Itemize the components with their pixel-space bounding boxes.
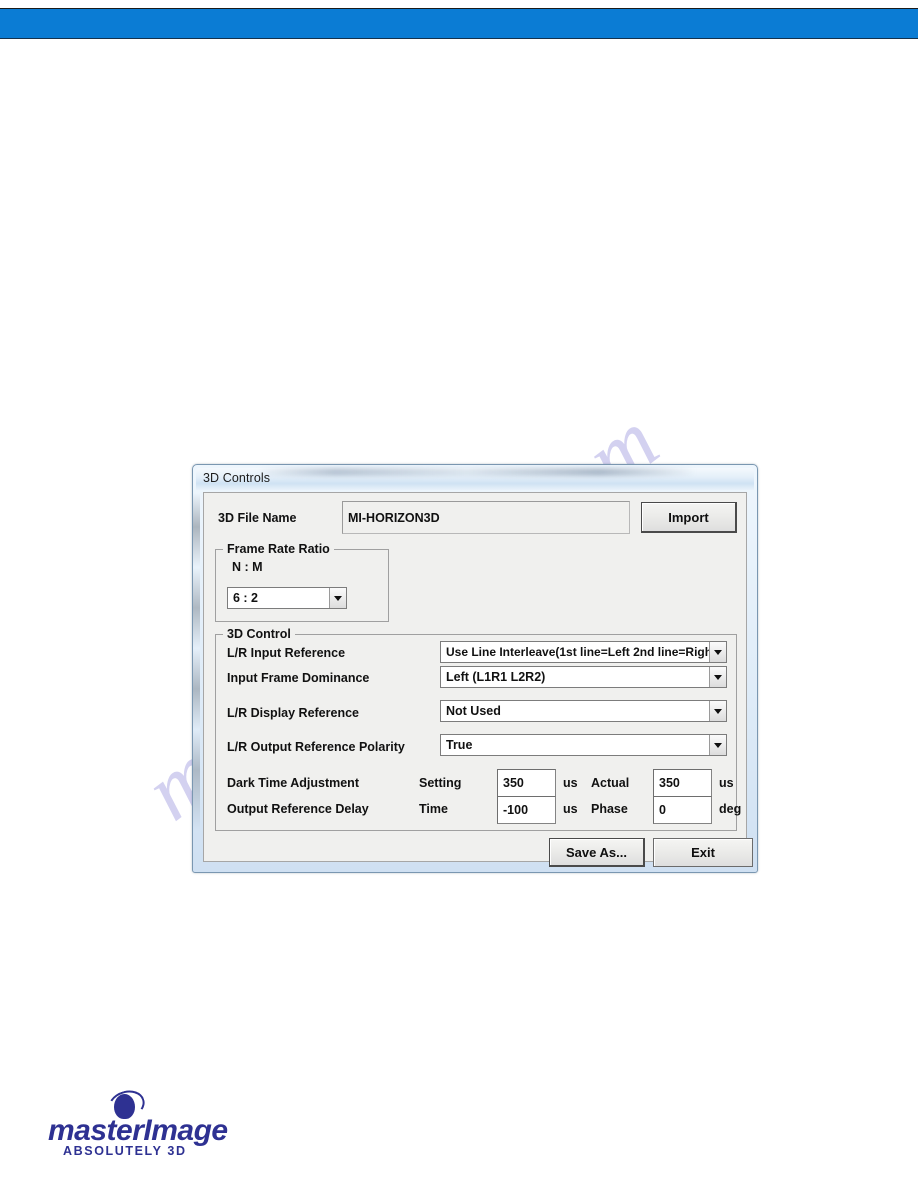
frame-rate-ratio-select[interactable]: 6 : 2 — [227, 587, 347, 609]
chevron-down-icon[interactable] — [709, 667, 726, 687]
import-button[interactable]: Import — [641, 502, 737, 533]
dark-time-adjustment-label: Dark Time Adjustment — [227, 776, 359, 790]
input-frame-dominance-select[interactable]: Left (L1R1 L2R2) — [440, 666, 727, 688]
frame-rate-ratio-group-title: Frame Rate Ratio — [223, 542, 334, 556]
lr-output-reference-polarity-value: True — [446, 738, 473, 752]
titlebar-smudge-artifact — [256, 468, 696, 476]
logo-wordmark: masterImage — [48, 1114, 228, 1147]
output-delay-phase-input[interactable]: 0 — [653, 796, 712, 824]
lr-output-reference-polarity-select[interactable]: True — [440, 734, 727, 756]
setting-label: Setting — [419, 776, 462, 790]
lr-display-reference-select[interactable]: Not Used — [440, 700, 727, 722]
output-reference-delay-label: Output Reference Delay — [227, 802, 369, 816]
input-frame-dominance-value: Left (L1R1 L2R2) — [446, 670, 546, 684]
lr-display-reference-label: L/R Display Reference — [227, 706, 359, 720]
dialog-titlebar[interactable]: 3D Controls — [196, 468, 754, 490]
lr-input-reference-select[interactable]: Use Line Interleave(1st line=Left 2nd li… — [440, 641, 727, 663]
input-frame-dominance-label: Input Frame Dominance — [227, 671, 370, 685]
file-name-field[interactable]: MI-HORIZON3D — [342, 501, 630, 534]
nm-label: N : M — [232, 560, 263, 574]
frame-rate-ratio-group: Frame Rate Ratio N : M 6 : 2 — [215, 542, 389, 622]
phase-label: Phase — [591, 802, 628, 816]
chevron-down-icon[interactable] — [329, 588, 346, 608]
dark-time-actual-unit: us — [719, 776, 734, 790]
header-bottom-rule — [0, 38, 918, 39]
save-as-button[interactable]: Save As... — [549, 838, 645, 867]
dialog-title: 3D Controls — [203, 471, 271, 485]
three-d-controls-dialog: 3D Controls 3D File Name MI-HORIZON3D Im… — [192, 464, 758, 873]
time-label: Time — [419, 802, 448, 816]
chevron-down-icon[interactable] — [709, 701, 726, 721]
three-d-control-group-title: 3D Control — [223, 627, 295, 641]
file-name-label: 3D File Name — [218, 511, 297, 525]
lr-output-reference-polarity-label: L/R Output Reference Polarity — [227, 740, 405, 754]
chevron-down-icon[interactable] — [709, 735, 726, 755]
lr-input-reference-label: L/R Input Reference — [227, 646, 346, 660]
page-header-band — [0, 9, 918, 38]
output-delay-phase-unit: deg — [719, 802, 742, 816]
frame-rate-ratio-value: 6 : 2 — [233, 591, 259, 605]
dark-time-actual-input[interactable]: 350 — [653, 769, 712, 797]
dialog-client-area: 3D File Name MI-HORIZON3D Import Frame R… — [203, 492, 753, 867]
lr-input-reference-value: Use Line Interleave(1st line=Left 2nd li… — [446, 645, 709, 659]
dialog-left-edge-artifact — [193, 493, 200, 831]
lr-display-reference-value: Not Used — [446, 704, 501, 718]
three-d-control-group: 3D Control L/R Input Reference Use Line … — [215, 627, 741, 831]
actual-label: Actual — [591, 776, 630, 790]
chevron-down-icon[interactable] — [709, 642, 726, 662]
output-delay-time-input[interactable]: -100 — [497, 796, 556, 824]
logo-tagline: ABSOLUTELY 3D — [63, 1144, 187, 1158]
masterimage-logo: masterImage ABSOLUTELY 3D — [48, 1085, 228, 1160]
exit-button[interactable]: Exit — [653, 838, 753, 867]
output-delay-time-unit: us — [563, 802, 578, 816]
dark-time-setting-input[interactable]: 350 — [497, 769, 556, 797]
dark-time-setting-unit: us — [563, 776, 578, 790]
